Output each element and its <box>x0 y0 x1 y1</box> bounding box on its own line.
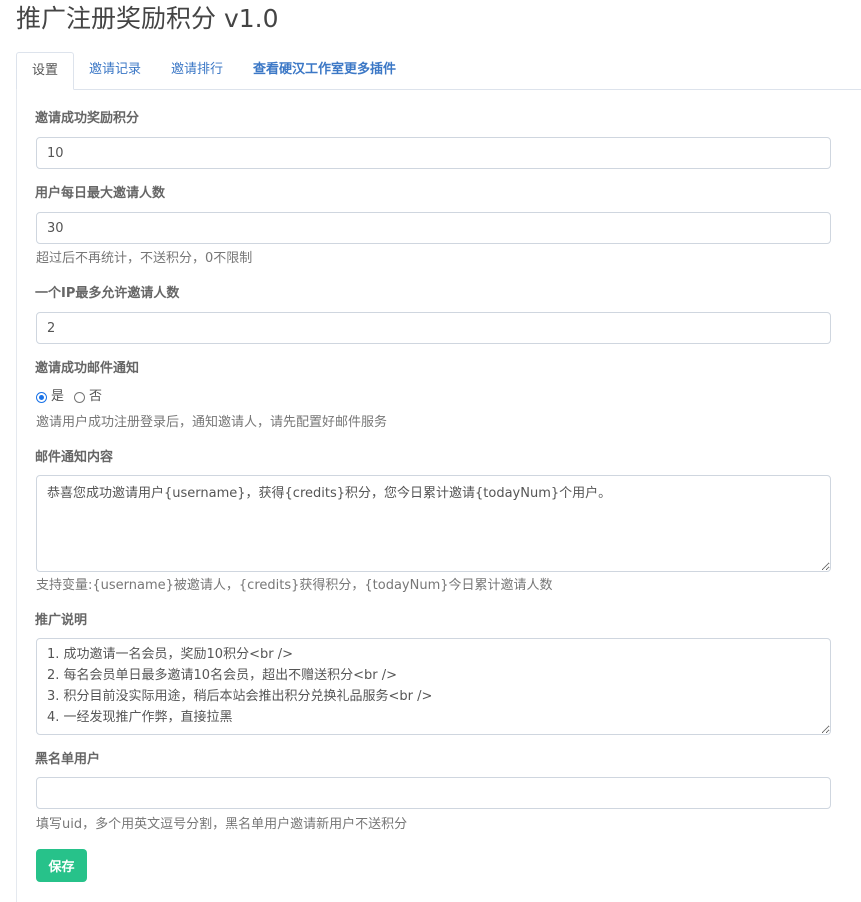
daily-max-input[interactable] <box>36 212 831 244</box>
blacklist-help: 填写uid，多个用英文逗号分割，黑名单用户邀请新用户不送积分 <box>36 817 408 832</box>
blacklist-input[interactable] <box>36 777 831 809</box>
email-content-label: 邮件通知内容 <box>35 450 114 465</box>
blacklist-label: 黑名单用户 <box>35 752 101 767</box>
email-notify-no-label: 否 <box>89 389 103 404</box>
tab-more-plugins[interactable]: 查看硬汉工作室更多插件 <box>238 52 411 88</box>
daily-max-label: 用户每日最大邀请人数 <box>35 186 166 201</box>
email-notify-label: 邀请成功邮件通知 <box>35 361 140 376</box>
tab-settings[interactable]: 设置 <box>16 52 75 90</box>
tab-invite-records[interactable]: 邀请记录 <box>74 52 156 88</box>
email-notify-yes-label: 是 <box>51 389 65 404</box>
email-notify-radio-group: 是 否 <box>36 388 112 406</box>
reward-credits-input[interactable] <box>36 137 831 169</box>
email-content-textarea[interactable]: 恭喜您成功邀请用户{username}，获得{credits}积分，您今日累计邀… <box>36 475 831 572</box>
email-notify-help: 邀请用户成功注册登录后，通知邀请人，请先配置好邮件服务 <box>36 415 388 430</box>
email-notify-no[interactable]: 否 <box>74 388 102 406</box>
ip-max-label: 一个IP最多允许邀请人数 <box>35 286 180 301</box>
tab-bar: 设置 邀请记录 邀请排行 查看硬汉工作室更多插件 <box>16 52 861 90</box>
radio-unchecked-icon[interactable] <box>74 391 86 403</box>
promo-desc-textarea[interactable]: 1. 成功邀请一名会员，奖励10积分<br /> 2. 每名会员单日最多邀请10… <box>36 638 831 735</box>
email-content-help: 支持变量:{username}被邀请人，{credits}获得积分，{today… <box>36 578 553 593</box>
save-button[interactable]: 保存 <box>36 849 87 882</box>
radio-checked-icon[interactable] <box>36 391 47 403</box>
page-title: 推广注册奖励积分 v1.0 <box>16 4 279 33</box>
promo-desc-label: 推广说明 <box>35 613 88 628</box>
ip-max-input[interactable] <box>36 312 831 344</box>
tab-invite-ranking[interactable]: 邀请排行 <box>156 52 238 88</box>
daily-max-help: 超过后不再统计，不送积分，0不限制 <box>36 251 253 266</box>
email-notify-yes[interactable]: 是 <box>36 388 64 406</box>
reward-credits-label: 邀请成功奖励积分 <box>35 111 140 126</box>
